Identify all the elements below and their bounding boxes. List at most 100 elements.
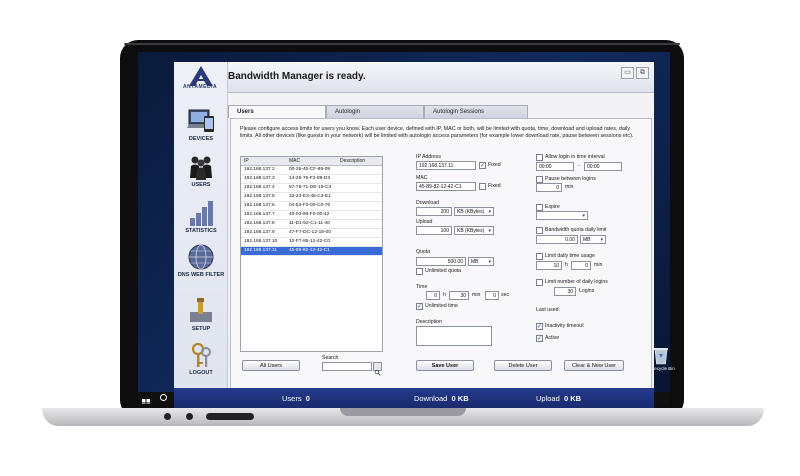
mac-fixed-checkbox[interactable] [479, 183, 486, 190]
time-seconds-stepper[interactable]: 0 [485, 291, 499, 300]
column-header-description[interactable]: Description [340, 157, 365, 165]
quota-unit-select[interactable]: MB ▾ [468, 257, 494, 266]
cell-mac: 04-53-F3-00-C0-76 [289, 203, 331, 208]
ip-fixed-checkbox[interactable]: ✓ [479, 162, 486, 169]
description-field[interactable] [416, 326, 492, 346]
search-icon[interactable] [373, 362, 382, 376]
column-header-mac[interactable]: MAC [289, 157, 300, 165]
login-to-time[interactable]: 00:00 [584, 162, 622, 171]
time-hours-unit: h [443, 292, 446, 298]
download-total-value: 0 KB [451, 394, 469, 403]
table-row[interactable]: 192.168.137.9 47-F7-DC-12-18-00 [241, 229, 382, 238]
inactivity-timeout-checkbox[interactable]: ✓ [536, 323, 543, 330]
pause-between-logins-checkbox[interactable] [536, 176, 543, 183]
mac-field[interactable]: 45-89-82-12-42-C1 [416, 182, 476, 191]
sidebar-item-users[interactable]: USERS [176, 152, 226, 188]
upload-unit-select[interactable]: KB (KBytes) ▾ [454, 226, 494, 235]
unlimited-time-checkbox[interactable]: ✓ [416, 303, 423, 310]
quota-field[interactable]: 500.00 [416, 257, 466, 266]
cell-ip: 192.168.137.5 [244, 194, 275, 199]
users-icon [186, 152, 216, 182]
expire-label: Expire [545, 204, 560, 210]
tab-autologin[interactable]: Autologin [326, 105, 424, 118]
minimize-button[interactable]: ▭ [621, 67, 634, 79]
cell-ip: 192.168.137.4 [244, 185, 275, 190]
usb-slot [206, 413, 254, 420]
expire-date-select[interactable]: ▾ [536, 211, 588, 220]
status-text: Bandwidth Manager is ready. [228, 71, 366, 82]
table-row[interactable]: 192.168.137.6 04-53-F3-00-C0-76 [241, 202, 382, 211]
delete-user-button[interactable]: Delete User [494, 360, 552, 371]
table-row[interactable]: 192.168.137.8 11-D1-52-C1-11-40 [241, 220, 382, 229]
windows-start-icon[interactable] [142, 394, 150, 404]
table-row[interactable]: 192.168.137.2 00-26-45-CF-89-09 [241, 166, 382, 175]
search-input[interactable] [322, 362, 372, 371]
sidebar-item-dns-web-filter[interactable]: DNS WEB FILTER [176, 242, 226, 278]
limit-daily-time-checkbox[interactable] [536, 253, 543, 260]
table-row[interactable]: 192.168.137.11 45-89-82-12-42-C1 [241, 247, 382, 256]
table-header: IP MAC Description [241, 157, 382, 166]
table-row[interactable]: 192.168.137.7 40-03-99-F0-00-42 [241, 211, 382, 220]
save-user-button[interactable]: Save User [416, 360, 474, 371]
column-header-ip[interactable]: IP [244, 157, 249, 165]
download-unit-select[interactable]: KB (KBytes) ▾ [454, 207, 494, 216]
cell-ip: 192.168.137.8 [244, 221, 275, 226]
tab-users[interactable]: Users [228, 105, 326, 118]
unlimited-time-label: Unlimited time [425, 303, 458, 309]
recycle-bin-icon[interactable] [652, 345, 670, 365]
daily-logins-stepper[interactable]: 30 [554, 287, 576, 296]
clear-new-user-button[interactable]: Clear & New User [564, 360, 624, 371]
audio-port [164, 413, 171, 420]
cell-ip: 192.168.137.11 [244, 248, 277, 253]
sidebar-item-statistics[interactable]: STATISTICS [176, 198, 226, 234]
cell-mac: 14-26-75-F2-89-D3 [289, 176, 331, 181]
tab-autologin-sessions[interactable]: Autologin Sessions [424, 105, 528, 118]
download-total: Download 0 KB [414, 394, 469, 403]
download-label: Download [416, 200, 440, 206]
maximize-button[interactable]: ⧉ [636, 67, 649, 79]
time-label: Time [416, 284, 428, 290]
mac-fixed-label: Fixed [488, 183, 501, 189]
upload-rate-field[interactable]: 100 [416, 226, 452, 235]
unlimited-quota-checkbox[interactable] [416, 268, 423, 275]
search-label: Search [322, 355, 339, 361]
allow-login-interval-checkbox[interactable] [536, 154, 543, 161]
table-row[interactable]: 192.168.137.4 57-78-71-DE-19-C3 [241, 184, 382, 193]
cell-mac: 57-78-71-DE-19-C3 [289, 185, 332, 190]
all-users-button[interactable]: All Users [242, 360, 300, 371]
login-from-time[interactable]: 00:00 [536, 162, 574, 171]
chevron-down-icon: ▾ [600, 237, 603, 243]
ip-address-field[interactable]: 192.168.137.11 [416, 161, 476, 170]
cell-mac: 40-03-99-F0-00-42 [289, 212, 330, 217]
bandwidth-quota-daily-checkbox[interactable] [536, 227, 543, 234]
logo-text: ANTAMEDIA [183, 84, 218, 90]
daily-time-hours-stepper[interactable]: 10 [536, 261, 562, 270]
sidebar-item-logout[interactable]: LOGOUT [176, 340, 226, 376]
upload-total-label: Upload [536, 394, 560, 403]
bandwidth-quota-daily-field[interactable]: 0.00 [536, 235, 578, 244]
ip-address-label: IP Address [416, 154, 441, 160]
daily-time-minutes-stepper[interactable]: 0 [571, 261, 591, 270]
audio-port [186, 413, 193, 420]
pause-minutes-stepper[interactable]: 0 [536, 183, 562, 192]
search-icon[interactable] [160, 394, 167, 401]
sidebar-item-label: USERS [191, 182, 211, 188]
sidebar-item-setup[interactable]: SETUP [176, 296, 226, 332]
active-label: Active [545, 335, 560, 341]
cell-mac: 11-D1-52-C1-11-40 [289, 221, 330, 226]
cell-ip: 192.168.137.2 [244, 167, 275, 172]
sidebar-item-label: DNS WEB FILTER [177, 272, 225, 278]
table-row[interactable]: 192.168.137.10 12-F7-85-12-42-C0 [241, 238, 382, 247]
limit-daily-logins-checkbox[interactable] [536, 279, 543, 286]
time-minutes-stepper[interactable]: 30 [449, 291, 469, 300]
expire-checkbox[interactable] [536, 204, 543, 211]
time-hours-stepper[interactable]: 0 [426, 291, 440, 300]
cell-ip: 192.168.137.7 [244, 212, 275, 217]
download-rate-field[interactable]: 200 [416, 207, 452, 216]
cell-mac: 00-26-45-CF-89-09 [289, 167, 331, 172]
table-row[interactable]: 192.168.137.3 14-26-75-F2-89-D3 [241, 175, 382, 184]
bandwidth-quota-unit-select[interactable]: MB ▾ [580, 235, 606, 244]
table-row[interactable]: 192.168.137.5 32-23-E3-45-C3-E1 [241, 193, 382, 202]
active-checkbox[interactable]: ✓ [536, 335, 543, 342]
sidebar-item-devices[interactable]: DEVICES [176, 106, 226, 142]
